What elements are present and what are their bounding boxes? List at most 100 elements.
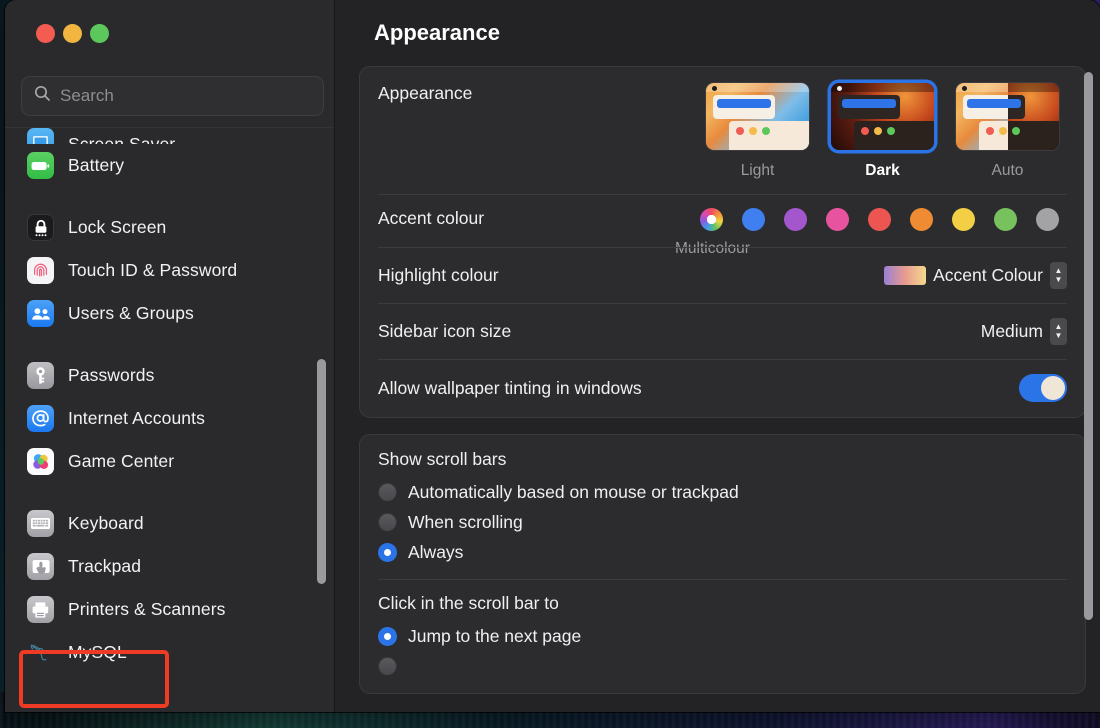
show-scroll-bars-title: Show scroll bars <box>378 449 1067 470</box>
settings-content: Appearance Light <box>359 66 1086 712</box>
sidebar-item-battery[interactable]: Battery <box>15 144 324 187</box>
radio-when-scrolling[interactable]: When scrolling <box>378 507 1067 537</box>
sidebar-item-label: Keyboard <box>68 513 144 534</box>
radio-button[interactable] <box>378 657 397 676</box>
game-center-icon <box>27 448 54 475</box>
highlight-colour-label: Highlight colour <box>378 265 499 286</box>
light-theme-thumbnail[interactable] <box>706 83 809 150</box>
appearance-row: Appearance Light <box>378 67 1067 194</box>
sidebar-item-users-groups[interactable]: Users & Groups <box>15 292 324 335</box>
radio-always[interactable]: Always <box>378 537 1067 567</box>
appearance-option-light[interactable]: Light <box>706 83 809 180</box>
highlight-colour-value: Accent Colour <box>933 265 1043 286</box>
accent-swatch-multicolour[interactable] <box>700 208 723 231</box>
minimise-button[interactable] <box>63 24 82 43</box>
sidebar-item-game-center[interactable]: Game Center <box>15 440 324 483</box>
sidebar-icon-size-label: Sidebar icon size <box>378 321 511 342</box>
sidebar-item-trackpad[interactable]: Trackpad <box>15 545 324 588</box>
light-theme-label: Light <box>706 162 809 180</box>
auto-theme-thumbnail[interactable] <box>956 83 1059 150</box>
click-scroll-bar-block: Click in the scroll bar to Jump to the n… <box>378 579 1067 693</box>
sidebar-scrollbar[interactable] <box>317 359 326 584</box>
sidebar-item-lock-screen[interactable]: Lock Screen <box>15 206 324 249</box>
accent-swatch-graphite[interactable] <box>1036 208 1059 231</box>
appearance-option-auto[interactable]: Auto <box>956 83 1059 180</box>
chevron-updown-icon[interactable]: ▲▼ <box>1050 318 1067 345</box>
sidebar-group-divider <box>5 335 334 354</box>
sidebar-item-passwords[interactable]: Passwords <box>15 354 324 397</box>
sidebar-icon-size-select[interactable]: Medium ▲▼ <box>981 318 1067 345</box>
accent-swatch-orange[interactable] <box>910 208 933 231</box>
sidebar-icon-size-row: Sidebar icon size Medium ▲▼ <box>378 303 1067 359</box>
battery-icon <box>27 152 54 179</box>
radio-label: Automatically based on mouse or trackpad <box>408 482 739 503</box>
keyboard-icon <box>27 510 54 537</box>
sidebar-item-internet-accounts[interactable]: Internet Accounts <box>15 397 324 440</box>
search-input[interactable] <box>60 86 311 106</box>
zoom-button[interactable] <box>90 24 109 43</box>
lock-icon <box>27 214 54 241</box>
sidebar-item-label: Game Center <box>68 451 174 472</box>
chevron-updown-icon[interactable]: ▲▼ <box>1050 262 1067 289</box>
highlight-colour-row: Highlight colour Accent Colour ▲▼ <box>378 247 1067 303</box>
show-scroll-bars-block: Show scroll bars Automatically based on … <box>378 435 1067 579</box>
sidebar-item-label: Battery <box>68 155 124 176</box>
sidebar-item-printers-scanners[interactable]: Printers & Scanners <box>15 588 324 631</box>
accent-swatch-blue[interactable] <box>742 208 765 231</box>
radio-button[interactable] <box>378 627 397 646</box>
accent-swatch-purple[interactable] <box>784 208 807 231</box>
appearance-label: Appearance <box>378 83 472 104</box>
accent-swatch-red[interactable] <box>868 208 891 231</box>
page-title: Appearance <box>374 20 500 46</box>
auto-theme-label: Auto <box>956 162 1059 180</box>
sidebar: Screen Saver Battery <box>5 0 335 712</box>
radio-button[interactable] <box>378 483 397 502</box>
click-scroll-bar-title: Click in the scroll bar to <box>378 593 1067 614</box>
system-settings-window: Screen Saver Battery <box>5 0 1100 712</box>
sidebar-item-mysql[interactable]: MySQL <box>15 631 324 674</box>
radio-button[interactable] <box>378 513 397 532</box>
radio-auto-scrollbars[interactable]: Automatically based on mouse or trackpad <box>378 477 1067 507</box>
sidebar-item-screen-saver[interactable]: Screen Saver <box>15 128 324 144</box>
at-sign-icon <box>27 405 54 432</box>
radio-label: When scrolling <box>408 512 523 533</box>
mysql-dolphin-icon <box>27 639 54 666</box>
close-button[interactable] <box>36 24 55 43</box>
sidebar-item-label: MySQL <box>68 642 127 663</box>
radio-label: Jump to the next page <box>408 626 581 647</box>
appearance-card: Appearance Light <box>359 66 1086 418</box>
sidebar-item-label: Passwords <box>68 365 155 386</box>
sidebar-scroll-area: Screen Saver Battery <box>5 128 334 712</box>
printer-icon <box>27 596 54 623</box>
sidebar-item-label: Touch ID & Password <box>68 260 237 281</box>
users-icon <box>27 300 54 327</box>
scroll-bars-card: Show scroll bars Automatically based on … <box>359 434 1086 694</box>
traffic-light-buttons <box>36 24 109 43</box>
sidebar-item-touch-id[interactable]: Touch ID & Password <box>15 249 324 292</box>
radio-jump-next-page[interactable]: Jump to the next page <box>378 621 1067 651</box>
radio-label: Always <box>408 542 463 563</box>
main-scrollbar[interactable] <box>1084 72 1093 620</box>
key-icon <box>27 362 54 389</box>
accent-swatches: Multicolour <box>700 208 1067 231</box>
accent-colour-row: Accent colour Multicolour <box>378 194 1067 247</box>
dark-theme-thumbnail[interactable] <box>831 83 934 150</box>
main-pane: Appearance Appearance <box>335 0 1100 712</box>
search-field[interactable] <box>21 76 324 116</box>
search-icon <box>34 85 51 107</box>
sidebar-item-keyboard[interactable]: Keyboard <box>15 502 324 545</box>
highlight-colour-select[interactable]: Accent Colour ▲▼ <box>884 262 1067 289</box>
accent-swatch-yellow[interactable] <box>952 208 975 231</box>
radio-button[interactable] <box>378 543 397 562</box>
sidebar-item-label: Screen Saver <box>68 134 175 144</box>
screensaver-icon <box>27 128 54 144</box>
sidebar-item-label: Internet Accounts <box>68 408 205 429</box>
accent-swatch-pink[interactable] <box>826 208 849 231</box>
accent-swatch-green[interactable] <box>994 208 1017 231</box>
appearance-option-dark[interactable]: Dark <box>831 83 934 180</box>
wallpaper-tinting-toggle[interactable] <box>1019 374 1067 402</box>
highlight-colour-swatch <box>884 266 926 285</box>
radio-jump-to-click[interactable] <box>378 651 1067 681</box>
sidebar-item-label: Users & Groups <box>68 303 194 324</box>
sidebar-item-label: Trackpad <box>68 556 141 577</box>
